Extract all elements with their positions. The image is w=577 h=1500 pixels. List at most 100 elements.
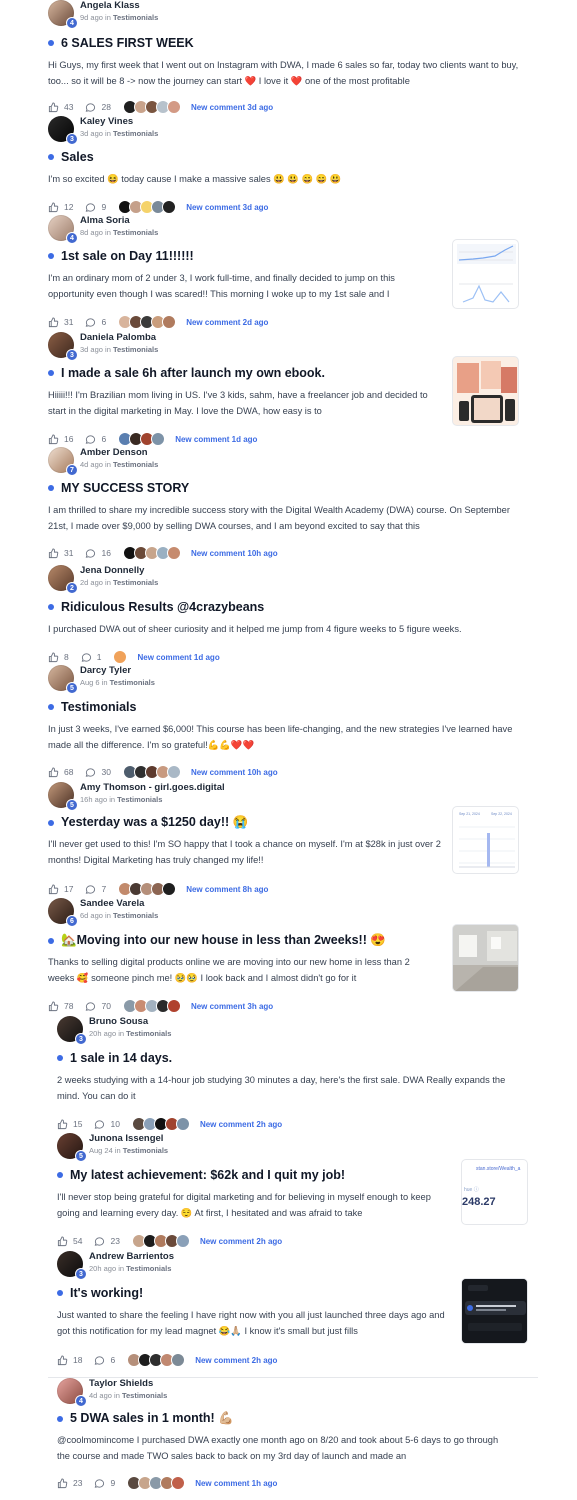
avatar[interactable]: 4 bbox=[48, 0, 78, 29]
comment-button[interactable]: 16 bbox=[85, 548, 111, 559]
avatar[interactable]: 5 bbox=[57, 1133, 87, 1162]
comment-button[interactable]: 9 bbox=[85, 202, 106, 213]
post-title[interactable]: 1 sale in 14 days. bbox=[70, 1051, 172, 1065]
space-link[interactable]: Testimonials bbox=[110, 678, 155, 687]
author-name[interactable]: Jena Donnelly bbox=[80, 565, 158, 577]
commenter-avatars[interactable] bbox=[127, 1476, 186, 1490]
space-link[interactable]: Testimonials bbox=[113, 911, 158, 920]
post-title[interactable]: 1st sale on Day 11!!!!!! bbox=[61, 249, 194, 263]
new-comment-link[interactable]: New comment 2d ago bbox=[186, 318, 268, 327]
space-link[interactable]: Testimonials bbox=[117, 795, 162, 804]
comment-button[interactable]: 6 bbox=[94, 1355, 115, 1366]
comment-button[interactable]: 23 bbox=[94, 1236, 120, 1247]
post-card[interactable]: 3 Kaley Vines 3d ago in Testimonials Sal… bbox=[0, 116, 577, 220]
author-name[interactable]: Amber Denson bbox=[80, 447, 158, 459]
post-thumbnail[interactable]: Sep 21, 2024 Sep 22, 2024 bbox=[452, 806, 519, 874]
post-card[interactable]: 4 Taylor Shields 4d ago in Testimonials … bbox=[0, 1378, 577, 1500]
avatar[interactable]: 4 bbox=[57, 1378, 87, 1407]
new-comment-link[interactable]: New comment 2h ago bbox=[195, 1356, 277, 1365]
author-name[interactable]: Andrew Barrientos bbox=[89, 1251, 174, 1263]
post-author[interactable]: 3 Andrew Barrientos 20h ago in Testimoni… bbox=[57, 1251, 174, 1280]
post-card[interactable]: 4 Alma Soria 8d ago in Testimonials 1st … bbox=[0, 215, 577, 333]
post-title-row[interactable]: 1 sale in 14 days. bbox=[57, 1051, 172, 1065]
comment-button[interactable]: 6 bbox=[85, 434, 106, 445]
post-title[interactable]: Testimonials bbox=[61, 700, 136, 714]
commenter-avatars[interactable] bbox=[122, 100, 181, 114]
post-author[interactable]: 2 Jena Donnelly 2d ago in Testimonials bbox=[48, 565, 158, 594]
post-author[interactable]: 4 Alma Soria 8d ago in Testimonials bbox=[48, 215, 158, 244]
new-comment-link[interactable]: New comment 2h ago bbox=[200, 1237, 282, 1246]
post-title-row[interactable]: Ridiculous Results @4crazybeans bbox=[48, 600, 264, 614]
post-card[interactable]: 7 Amber Denson 4d ago in Testimonials MY… bbox=[0, 447, 577, 565]
post-card[interactable]: 6 Sandee Varela 6d ago in Testimonials 🏡… bbox=[0, 898, 577, 1016]
comment-button[interactable]: 6 bbox=[85, 317, 106, 328]
post-title[interactable]: 6 SALES FIRST WEEK bbox=[61, 36, 194, 50]
comment-button[interactable]: 70 bbox=[85, 1001, 111, 1012]
post-title[interactable]: MY SUCCESS STORY bbox=[61, 481, 189, 495]
like-button[interactable]: 16 bbox=[48, 433, 73, 445]
post-title-row[interactable]: It's working! bbox=[57, 1286, 143, 1300]
post-title[interactable]: Sales bbox=[61, 150, 94, 164]
post-thumbnail[interactable] bbox=[452, 356, 519, 426]
like-button[interactable]: 78 bbox=[48, 1000, 73, 1012]
commenter-avatars[interactable] bbox=[118, 315, 177, 329]
new-comment-link[interactable]: New comment 2h ago bbox=[200, 1120, 282, 1129]
post-author[interactable]: 5 Amy Thomson - girl.goes.digital 16h ag… bbox=[48, 782, 225, 811]
like-button[interactable]: 23 bbox=[57, 1477, 82, 1489]
post-title-row[interactable]: 🏡Moving into our new house in less than … bbox=[48, 933, 386, 948]
commenter-avatars[interactable] bbox=[118, 200, 177, 214]
post-thumbnail[interactable] bbox=[452, 924, 519, 992]
post-title-row[interactable]: 6 SALES FIRST WEEK bbox=[48, 36, 194, 50]
post-author[interactable]: 4 Angela Klass 9d ago in Testimonials bbox=[48, 0, 158, 29]
post-title[interactable]: 5 DWA sales in 1 month! 💪🏼 bbox=[70, 1411, 234, 1426]
space-link[interactable]: Testimonials bbox=[113, 129, 158, 138]
comment-button[interactable]: 9 bbox=[94, 1478, 115, 1489]
new-comment-link[interactable]: New comment 10h ago bbox=[191, 549, 278, 558]
post-author[interactable]: 7 Amber Denson 4d ago in Testimonials bbox=[48, 447, 158, 476]
avatar[interactable]: 3 bbox=[48, 332, 78, 361]
post-card[interactable]: 3 Daniela Palomba 3d ago in Testimonials… bbox=[0, 332, 577, 450]
avatar[interactable]: 2 bbox=[48, 565, 78, 594]
author-name[interactable]: Daniela Palomba bbox=[80, 332, 158, 344]
author-name[interactable]: Alma Soria bbox=[80, 215, 158, 227]
like-button[interactable]: 43 bbox=[48, 101, 73, 113]
like-button[interactable]: 12 bbox=[48, 201, 73, 213]
like-button[interactable]: 68 bbox=[48, 766, 73, 778]
like-button[interactable]: 31 bbox=[48, 316, 73, 328]
space-link[interactable]: Testimonials bbox=[113, 228, 158, 237]
comment-button[interactable]: 7 bbox=[85, 884, 106, 895]
new-comment-link[interactable]: New comment 3d ago bbox=[186, 203, 268, 212]
comment-button[interactable]: 1 bbox=[81, 652, 101, 663]
avatar[interactable]: 6 bbox=[48, 898, 78, 927]
space-link[interactable]: Testimonials bbox=[122, 1391, 167, 1400]
post-title-row[interactable]: Testimonials bbox=[48, 700, 136, 714]
post-card[interactable]: 5 Junona Issengel Aug 24 in Testimonials… bbox=[0, 1133, 577, 1251]
commenter-avatars[interactable] bbox=[122, 765, 181, 779]
commenter-avatars[interactable] bbox=[122, 999, 181, 1013]
avatar[interactable]: 3 bbox=[57, 1016, 87, 1045]
author-name[interactable]: Taylor Shields bbox=[89, 1378, 167, 1390]
commenter-avatars[interactable] bbox=[131, 1234, 190, 1248]
post-author[interactable]: 3 Kaley Vines 3d ago in Testimonials bbox=[48, 116, 158, 145]
post-card[interactable]: 3 Bruno Sousa 20h ago in Testimonials 1 … bbox=[0, 1016, 577, 1134]
post-title-row[interactable]: 1st sale on Day 11!!!!!! bbox=[48, 249, 194, 263]
like-button[interactable]: 31 bbox=[48, 547, 73, 559]
post-card[interactable]: 2 Jena Donnelly 2d ago in Testimonials R… bbox=[0, 565, 577, 665]
post-title-row[interactable]: Yesterday was a $1250 day!! 😭 bbox=[48, 815, 248, 830]
post-card[interactable]: 4 Angela Klass 9d ago in Testimonials 6 … bbox=[0, 0, 577, 118]
like-button[interactable]: 8 bbox=[48, 651, 69, 663]
post-author[interactable]: 3 Bruno Sousa 20h ago in Testimonials bbox=[57, 1016, 171, 1045]
new-comment-link[interactable]: New comment 1h ago bbox=[195, 1479, 277, 1488]
commenter-avatars[interactable] bbox=[118, 432, 166, 446]
avatar[interactable]: 5 bbox=[48, 665, 78, 694]
post-title[interactable]: It's working! bbox=[70, 1286, 143, 1300]
new-comment-link[interactable]: New comment 8h ago bbox=[186, 885, 268, 894]
post-title[interactable]: I made a sale 6h after launch my own ebo… bbox=[61, 366, 325, 380]
post-title[interactable]: My latest achievement: $62k and I quit m… bbox=[70, 1168, 345, 1182]
commenter-avatars[interactable] bbox=[131, 1117, 190, 1131]
author-name[interactable]: Darcy Tyler bbox=[80, 665, 155, 677]
new-comment-link[interactable]: New comment 3h ago bbox=[191, 1002, 273, 1011]
author-name[interactable]: Kaley Vines bbox=[80, 116, 158, 128]
commenter-avatars[interactable] bbox=[127, 1353, 186, 1367]
post-thumbnail[interactable]: stan.store/Wealth_a hue ⓘ 248.27 bbox=[461, 1159, 528, 1225]
